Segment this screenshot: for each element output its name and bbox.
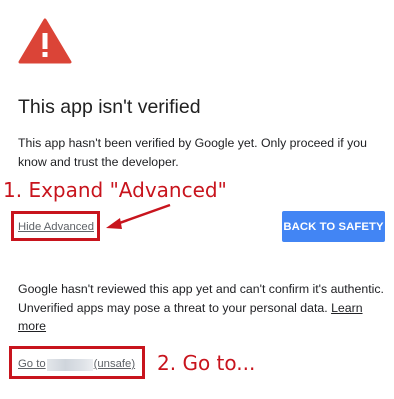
hide-advanced-link[interactable]: Hide Advanced [18, 221, 94, 234]
goto-unsafe-link[interactable]: Go to (unsafe) [18, 358, 135, 371]
goto-suffix: (unsafe) [93, 358, 136, 370]
warning-triangle-icon [18, 18, 72, 64]
back-to-safety-button[interactable]: BACK TO SAFETY [282, 211, 385, 242]
verification-description: This app hasn't been verified by Google … [18, 136, 367, 169]
advanced-warning-text: Google hasn't reviewed this app yet and … [18, 280, 386, 336]
goto-prefix: Go to [18, 358, 46, 370]
redacted-app-name [46, 358, 93, 371]
advanced-warning-body: Google hasn't reviewed this app yet and … [18, 282, 384, 315]
page-title: This app isn't verified [18, 96, 201, 118]
annotation-expand-advanced: 1. Expand "Advanced" [3, 178, 227, 202]
annotation-go-to: 2. Go to... [157, 351, 256, 375]
